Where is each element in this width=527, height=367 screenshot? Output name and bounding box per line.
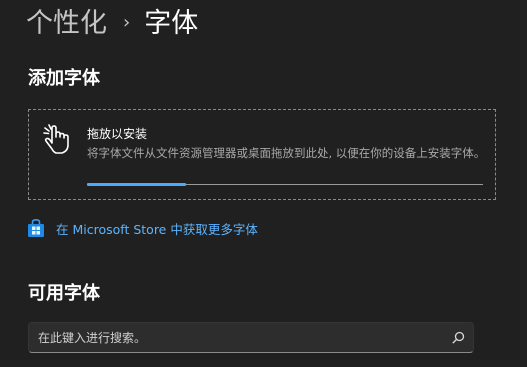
install-progress-fill [87, 183, 186, 186]
page-title: 字体 [144, 8, 199, 39]
breadcrumb-separator: › [123, 12, 131, 33]
drag-hand-icon [43, 124, 69, 154]
font-drop-zone[interactable]: 拖放以安装 将字体文件从文件资源管理器或桌面拖放到此处, 以便在你的设备上安装字… [28, 109, 496, 200]
store-link-label[interactable]: 在 Microsoft Store 中获取更多字体 [56, 219, 258, 238]
fonts-settings-page: 个性化 › 字体 添加字体 拖放以安装 将字体文件从文件资源管理器或桌面拖放到此… [0, 0, 527, 367]
add-fonts-heading: 添加字体 [28, 68, 100, 89]
microsoft-store-link[interactable]: 在 Microsoft Store 中获取更多字体 [26, 217, 258, 239]
available-fonts-heading: 可用字体 [28, 283, 100, 304]
breadcrumb: 个性化 › 字体 [26, 4, 198, 44]
font-search-input[interactable] [38, 323, 438, 352]
store-icon [28, 218, 44, 237]
search-icon[interactable] [452, 331, 465, 344]
breadcrumb-personalization[interactable]: 个性化 [26, 4, 107, 44]
font-search-box[interactable] [28, 322, 474, 353]
drop-zone-title: 拖放以安装 [87, 127, 148, 141]
install-progress-bar [87, 183, 483, 186]
drop-zone-description: 将字体文件从文件资源管理器或桌面拖放到此处, 以便在你的设备上安装字体。 [87, 146, 486, 160]
